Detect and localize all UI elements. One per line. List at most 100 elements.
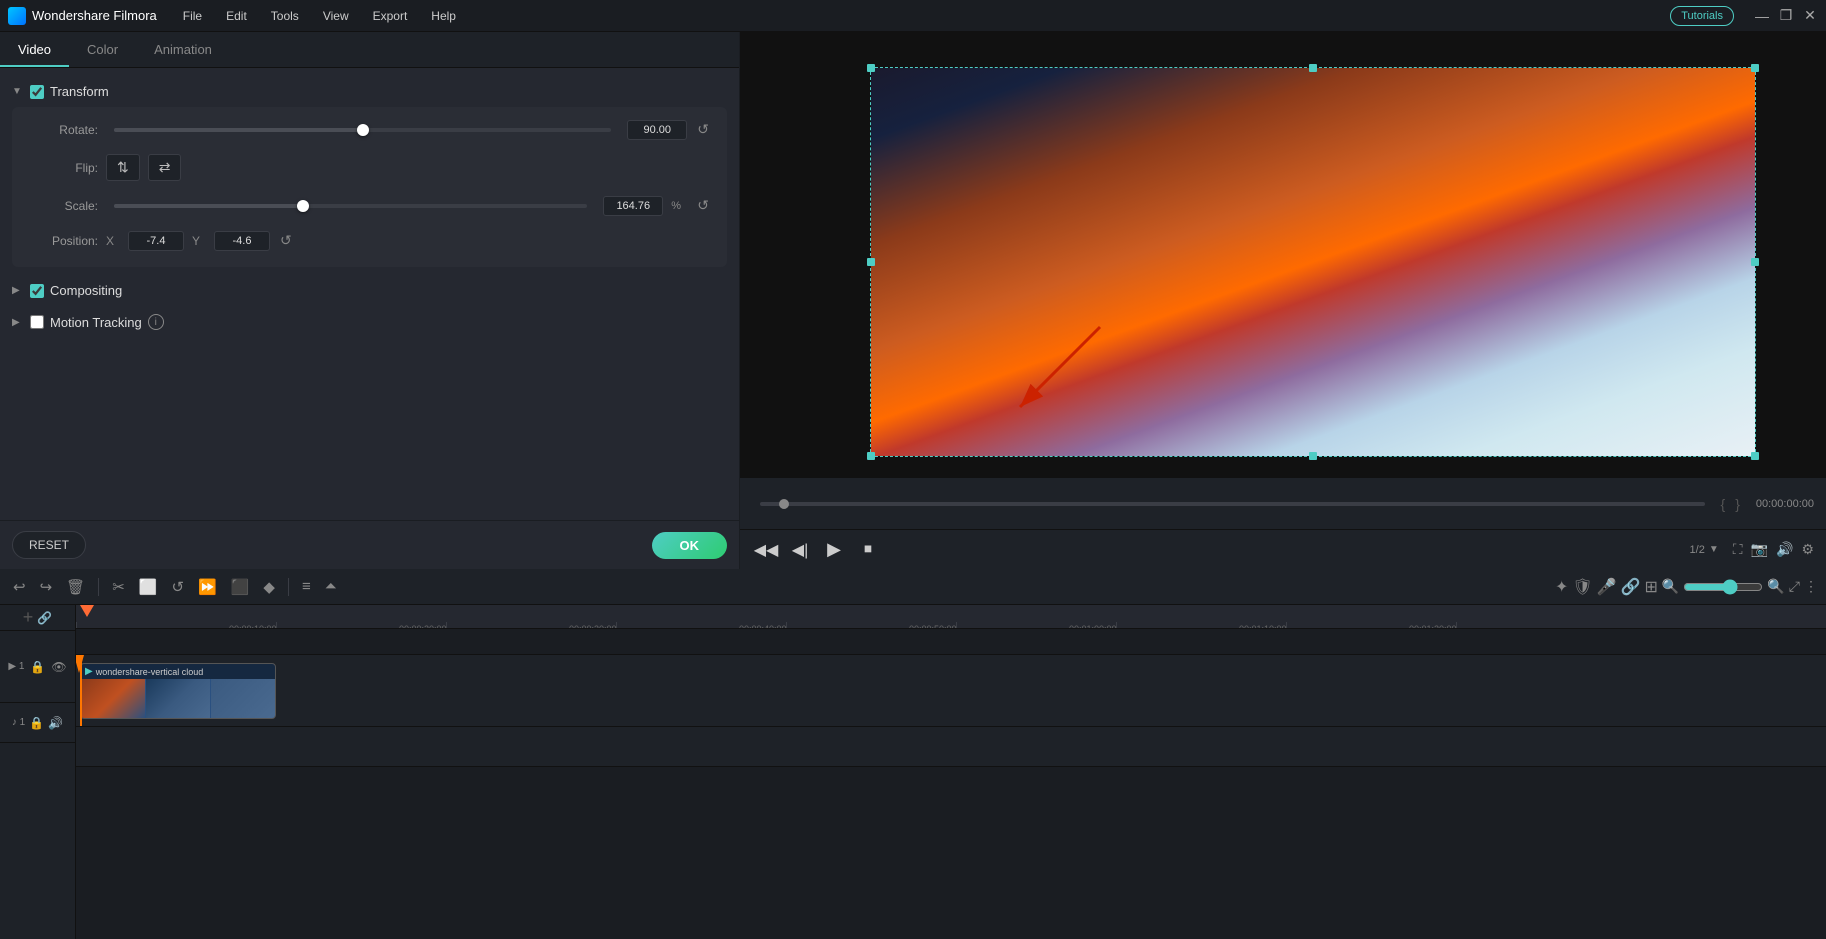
track-mic-icon[interactable]: 🎤 — [1597, 577, 1617, 597]
handle-middle-left[interactable] — [867, 258, 875, 266]
handle-top-right[interactable] — [1751, 64, 1759, 72]
scale-slider[interactable] — [114, 204, 587, 208]
fit-to-window-icon[interactable]: ⤢ — [1789, 578, 1800, 595]
audio-icon[interactable]: 🔊 — [1776, 541, 1793, 558]
position-reset-button[interactable]: ↺ — [278, 230, 294, 251]
zoom-slider[interactable] — [1683, 579, 1763, 595]
handle-middle-right[interactable] — [1751, 258, 1759, 266]
tab-video[interactable]: Video — [0, 34, 69, 67]
toolbar-separator-1 — [98, 578, 99, 596]
playback-transport: ◀◀ ◀| ▶ ⏹ 1/2 ▼ ⛶ 📷 🔊 ⚙ — [740, 529, 1826, 569]
play-button[interactable]: ▶ — [820, 536, 848, 564]
fullscreen-icon[interactable]: ⛶ — [1733, 541, 1743, 558]
handle-bottom-right[interactable] — [1751, 452, 1759, 460]
motion-tracking-section-header[interactable]: ▶ Motion Tracking i — [0, 306, 739, 338]
position-y-input[interactable]: -4.6 — [214, 231, 270, 251]
position-x-input[interactable]: -7.4 — [128, 231, 184, 251]
tracks-top-space — [76, 629, 1826, 655]
scale-reset-button[interactable]: ↺ — [695, 195, 711, 216]
transform-section-header[interactable]: ▼ Transform — [0, 76, 739, 107]
redo-button[interactable]: ↪ — [35, 574, 58, 600]
zoom-in-icon[interactable]: 🔍 — [1767, 578, 1784, 595]
reset-all-button[interactable]: RESET — [12, 531, 86, 559]
preview-area — [740, 32, 1826, 477]
link-tracks-button[interactable]: 🔗 — [37, 611, 52, 625]
step-back-button[interactable]: ◀◀ — [752, 536, 780, 564]
close-button[interactable]: ✕ — [1802, 8, 1818, 24]
ruler-tick-6: 00:01:00:00 — [1116, 622, 1117, 628]
maximize-button[interactable]: ❐ — [1778, 8, 1794, 24]
menu-tools[interactable]: Tools — [261, 5, 309, 27]
video-clip[interactable]: ▶ wondershare-vertical cloud — [80, 663, 276, 719]
track-connect-icon[interactable]: 🔗 — [1621, 577, 1641, 597]
tab-color[interactable]: Color — [69, 34, 136, 67]
crop-button[interactable]: ⬜ — [134, 574, 163, 600]
rotate-reset-button[interactable]: ↺ — [695, 119, 711, 140]
rotate-slider[interactable] — [114, 128, 611, 132]
handle-bottom-left[interactable] — [867, 452, 875, 460]
flip-vertical-button[interactable]: ⇄ — [148, 154, 182, 181]
ruler-tick-0: 00:00:00:00 — [76, 622, 77, 628]
menu-view[interactable]: View — [313, 5, 359, 27]
tab-animation[interactable]: Animation — [136, 34, 230, 67]
handle-bottom-middle[interactable] — [1309, 452, 1317, 460]
step-frame-back-button[interactable]: ◀| — [786, 536, 814, 564]
flip-horizontal-button[interactable]: ⇅ — [106, 154, 140, 181]
minimize-button[interactable]: — — [1754, 8, 1770, 24]
track-grid-icon[interactable]: ⊞ — [1645, 577, 1658, 597]
more-tools-icon[interactable]: ⋮ — [1804, 578, 1818, 595]
delete-button[interactable]: 🗑 — [61, 574, 90, 600]
compositing-checkbox[interactable] — [30, 284, 44, 298]
position-row: Position: X -7.4 Y -4.6 ↺ — [28, 230, 711, 251]
screenshot-icon[interactable]: 📷 — [1751, 541, 1768, 558]
track-shield-icon[interactable]: 🛡 — [1572, 577, 1592, 597]
ruler-tick-8: 00:01:20:00 — [1456, 622, 1457, 628]
align-button[interactable]: ≡ — [297, 574, 316, 599]
tutorials-button[interactable]: Tutorials — [1670, 6, 1734, 26]
keyframe-button[interactable]: ◆ — [258, 574, 280, 600]
compositing-section-header[interactable]: ▶ Compositing — [0, 275, 739, 306]
scale-value-input[interactable]: 164.76 — [603, 196, 663, 216]
add-track-button[interactable]: + — [23, 607, 34, 628]
ok-button[interactable]: OK — [652, 532, 728, 559]
menu-export[interactable]: Export — [363, 5, 418, 27]
settings-icon[interactable]: ⚙ — [1801, 541, 1814, 558]
video-track-lock-icon[interactable]: 🔒 — [30, 660, 45, 674]
time-ruler: 00:00:00:00 00:00:10:00 00:00:20:00 00:0… — [76, 605, 1826, 629]
audio-track-lock-icon[interactable]: 🔒 — [29, 716, 44, 730]
transform-section-title: Transform — [50, 84, 109, 99]
transform-checkbox[interactable] — [30, 85, 44, 99]
handle-top-middle[interactable] — [1309, 64, 1317, 72]
rotate-value-input[interactable]: 90.00 — [627, 120, 687, 140]
stop-button[interactable]: ⏹ — [854, 536, 882, 564]
rotate-tool-button[interactable]: ↺ — [166, 574, 189, 600]
zoom-out-icon[interactable]: 🔍 — [1662, 578, 1679, 595]
audio-track-speaker-icon[interactable]: 🔊 — [48, 716, 63, 730]
menu-edit[interactable]: Edit — [216, 5, 257, 27]
clip-header: ▶ wondershare-vertical cloud — [81, 664, 275, 679]
flip-row: Flip: ⇅ ⇄ — [28, 154, 711, 181]
titlebar: Wondershare Filmora File Edit Tools View… — [0, 0, 1826, 32]
bracket-right-icon[interactable]: } — [1735, 496, 1740, 512]
handle-top-left[interactable] — [867, 64, 875, 72]
clip-label: wondershare-vertical cloud — [96, 667, 204, 677]
motion-tracking-info-icon[interactable]: i — [148, 314, 164, 330]
audio-balance-button[interactable]: ⏶ — [320, 574, 342, 599]
undo-button[interactable]: ↩ — [8, 574, 31, 600]
motion-tracking-checkbox[interactable] — [30, 315, 44, 329]
cut-button[interactable]: ✂ — [107, 574, 130, 600]
menu-help[interactable]: Help — [421, 5, 466, 27]
menu-file[interactable]: File — [173, 5, 212, 27]
fraction-dropdown-button[interactable]: ▼ — [1709, 544, 1719, 555]
ruler-tick-1: 00:00:10:00 — [276, 622, 277, 628]
properties-panel: ▼ Transform Rotate: 90.00 ↺ — [0, 68, 739, 520]
bracket-left-icon[interactable]: { — [1721, 496, 1726, 512]
speed-button[interactable]: ⏩ — [193, 574, 222, 600]
track-motion-icon[interactable]: ✦ — [1555, 577, 1568, 597]
main-area: Video Color Animation ▼ Transform Rotate… — [0, 32, 1826, 569]
split-button[interactable]: ⬛ — [226, 574, 255, 600]
bottom-buttons: RESET OK — [0, 520, 739, 569]
timeline-scrubber[interactable] — [760, 502, 1705, 506]
video-track-eye-icon[interactable]: 👁 — [51, 660, 66, 674]
video-frame[interactable] — [870, 67, 1756, 457]
